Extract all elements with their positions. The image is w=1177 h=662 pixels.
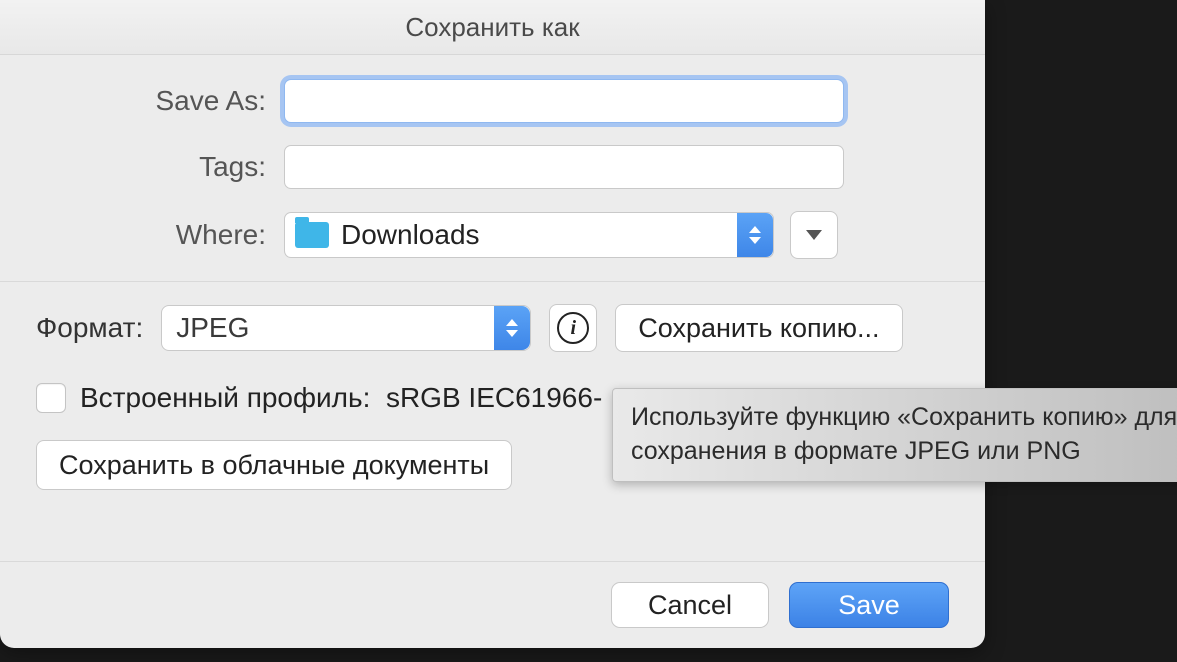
embed-profile-checkbox[interactable] bbox=[36, 383, 66, 413]
save-as-input[interactable] bbox=[284, 79, 844, 123]
save-copy-tooltip: Используйте функцию «Сохранить копию» дл… bbox=[612, 388, 1177, 482]
embed-profile-label: Встроенный профиль: sRGB IEC61966- bbox=[80, 382, 602, 414]
save-to-cloud-label: Сохранить в облачные документы bbox=[59, 450, 489, 481]
tooltip-text: Используйте функцию «Сохранить копию» дл… bbox=[631, 403, 1177, 465]
tags-input[interactable] bbox=[284, 145, 844, 189]
cancel-button[interactable]: Cancel bbox=[611, 582, 769, 628]
up-down-stepper-icon bbox=[494, 306, 530, 350]
tags-label: Tags: bbox=[36, 151, 284, 183]
dialog-footer: Cancel Save bbox=[0, 561, 985, 648]
format-value: JPEG bbox=[176, 312, 249, 344]
save-copy-button[interactable]: Сохранить копию... bbox=[615, 304, 902, 352]
where-label: Where: bbox=[36, 219, 284, 251]
up-down-stepper-icon bbox=[737, 213, 773, 257]
expand-panel-button[interactable] bbox=[790, 211, 838, 259]
cancel-label: Cancel bbox=[648, 590, 732, 621]
format-info-button[interactable]: i bbox=[549, 304, 597, 352]
save-copy-label: Сохранить копию... bbox=[638, 313, 879, 344]
where-row: Where: Downloads bbox=[36, 211, 949, 259]
folder-icon bbox=[295, 222, 329, 248]
save-as-label: Save As: bbox=[36, 85, 284, 117]
info-icon: i bbox=[557, 312, 589, 344]
file-location-section: Save As: Tags: Where: Downloads bbox=[0, 55, 985, 281]
save-as-dialog: Сохранить как Save As: Tags: Where: Down… bbox=[0, 0, 985, 648]
format-label: Формат: bbox=[36, 312, 143, 344]
format-select[interactable]: JPEG bbox=[161, 305, 531, 351]
save-label: Save bbox=[838, 590, 900, 621]
where-value: Downloads bbox=[341, 219, 480, 251]
format-row: Формат: JPEG i Сохранить копию... bbox=[36, 304, 949, 352]
tags-row: Tags: bbox=[36, 145, 949, 189]
save-as-row: Save As: bbox=[36, 79, 949, 123]
chevron-down-icon bbox=[806, 230, 822, 240]
save-button[interactable]: Save bbox=[789, 582, 949, 628]
save-to-cloud-button[interactable]: Сохранить в облачные документы bbox=[36, 440, 512, 490]
dialog-title: Сохранить как bbox=[0, 0, 985, 55]
where-select[interactable]: Downloads bbox=[284, 212, 774, 258]
